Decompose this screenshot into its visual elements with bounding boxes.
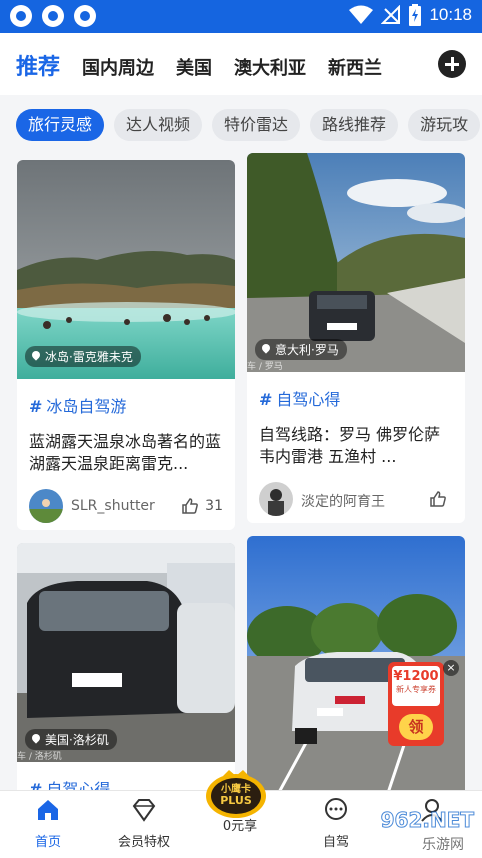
location-label: 意大利·罗马 <box>275 343 339 357</box>
app-notification-icon <box>74 5 96 27</box>
card-footer: SLR_shutter 31 <box>29 489 223 525</box>
location-pin-icon <box>31 734 41 746</box>
nav-label: 首页 <box>34 835 61 850</box>
wifi-icon <box>349 5 374 24</box>
battery-charging-icon <box>409 4 422 26</box>
top-navigation: 推荐 国内周边 美国 澳大利亚 新西兰 <box>0 33 482 95</box>
watermark-brand: 962.NET <box>380 808 474 833</box>
chip-route-recommend[interactable]: 路线推荐 <box>310 109 399 141</box>
claim-coupon-button[interactable]: 领 <box>399 714 433 740</box>
status-bar: 10:18 <box>0 0 482 33</box>
add-channel-button[interactable] <box>438 50 466 78</box>
avatar[interactable] <box>29 489 63 523</box>
card-topic-tag[interactable]: #自驾心得 <box>259 386 453 410</box>
diamond-icon <box>132 799 156 822</box>
feed-card[interactable]: 冰岛·雷克雅未克 # 冰岛自驾游 蓝湖露天温泉冰岛著名的蓝湖露天温泉距离雷克...… <box>17 160 235 530</box>
card-photo: 冰岛·雷克雅未克 <box>17 160 235 379</box>
chip-deal-radar[interactable]: 特价雷达 <box>212 109 301 141</box>
status-system-icons: 10:18 <box>349 4 472 26</box>
tab-usa[interactable]: 美国 <box>176 54 212 80</box>
nav-member-privileges[interactable]: 会员特权 <box>104 797 184 850</box>
chip-expert-videos[interactable]: 达人视频 <box>114 109 203 141</box>
location-pin-icon <box>31 351 41 363</box>
photo-credit: 车 / 罗马 <box>247 362 283 372</box>
location-pin-icon <box>261 344 271 356</box>
tab-new-zealand[interactable]: 新西兰 <box>328 54 382 80</box>
feed-card[interactable]: 美国·洛杉矶 车 / 洛杉矶 #自驾心得 <box>17 543 235 803</box>
location-label: 美国·洛杉矶 <box>45 733 109 747</box>
filter-chips-row: 旅行灵感 达人视频 特价雷达 路线推荐 游玩攻 <box>0 95 482 153</box>
author-name[interactable]: 淡定的阿育王 <box>301 491 385 511</box>
coupon-subtitle: 新人专享券 <box>396 685 436 694</box>
app-notification-icon <box>42 5 64 27</box>
no-signal-icon <box>381 5 401 24</box>
plus-badge-title: 小鹰卡 <box>221 784 251 795</box>
location-badge: 美国·洛杉矶 <box>25 729 117 750</box>
hashtag-icon: # <box>29 397 43 416</box>
topic-label: 冰岛自驾游 <box>46 397 127 416</box>
photo-credit: 车 / 洛杉矶 <box>17 752 62 762</box>
site-watermark: 962.NET 乐游网 <box>362 808 474 854</box>
hashtag-icon: # <box>259 390 273 409</box>
tab-australia[interactable]: 澳大利亚 <box>234 54 306 80</box>
plus-membership-badge[interactable]: 小鹰卡 PLUS <box>201 768 271 820</box>
thumbs-up-icon <box>430 491 446 507</box>
card-title: 蓝湖露天温泉冰岛著名的蓝湖露天温泉距离雷克... <box>29 432 222 473</box>
feed-card[interactable]: 意大利·罗马 车 / 罗马 # 自驾心得 自驾线路：罗马 佛罗伦萨 韦内雷港 五渔… <box>247 153 465 523</box>
location-badge: 冰岛·雷克雅未克 <box>25 346 141 367</box>
coupon-amount-box: ¥1200 新人专享券 <box>392 666 440 706</box>
location-badge: 意大利·罗马 <box>255 339 347 360</box>
nav-label: 会员特权 <box>117 835 170 850</box>
home-icon <box>38 800 58 820</box>
like-button[interactable] <box>429 490 453 508</box>
close-icon[interactable]: × <box>443 660 459 676</box>
plus-badge-subtitle: PLUS <box>220 794 252 807</box>
avatar[interactable] <box>259 482 293 516</box>
topic-label: 自驾心得 <box>276 390 341 409</box>
chat-bubble-icon <box>325 798 347 820</box>
app-notification-icon <box>10 5 32 27</box>
new-user-coupon[interactable]: ¥1200 新人专享券 领 <box>388 662 444 746</box>
chip-travel-inspiration[interactable]: 旅行灵感 <box>16 109 105 141</box>
card-photo: 意大利·罗马 车 / 罗马 <box>247 153 465 372</box>
status-notification-icons <box>10 5 96 27</box>
author-name[interactable]: SLR_shutter <box>71 498 155 514</box>
card-footer: 淡定的阿育王 <box>259 482 453 518</box>
card-photo: 美国·洛杉矶 车 / 洛杉矶 <box>17 543 235 762</box>
watermark-sub: 乐游网 <box>422 837 464 853</box>
nav-home[interactable]: 首页 <box>8 797 88 850</box>
like-count: 31 <box>205 498 223 514</box>
tab-domestic[interactable]: 国内周边 <box>82 54 154 80</box>
location-label: 冰岛·雷克雅未克 <box>45 350 133 364</box>
like-button[interactable]: 31 <box>181 497 223 515</box>
thumbs-up-icon <box>182 498 199 514</box>
tab-recommend[interactable]: 推荐 <box>16 49 60 81</box>
region-tabs: 推荐 国内周边 美国 澳大利亚 新西兰 <box>16 49 382 81</box>
coupon-amount: ¥1200 <box>393 669 439 684</box>
clock: 10:18 <box>429 5 472 24</box>
chip-play-guide[interactable]: 游玩攻 <box>408 109 481 141</box>
card-title: 自驾线路：罗马 佛罗伦萨 韦内雷港 五渔村 ... <box>259 425 441 466</box>
card-topic-tag[interactable]: # 冰岛自驾游 <box>29 393 223 417</box>
